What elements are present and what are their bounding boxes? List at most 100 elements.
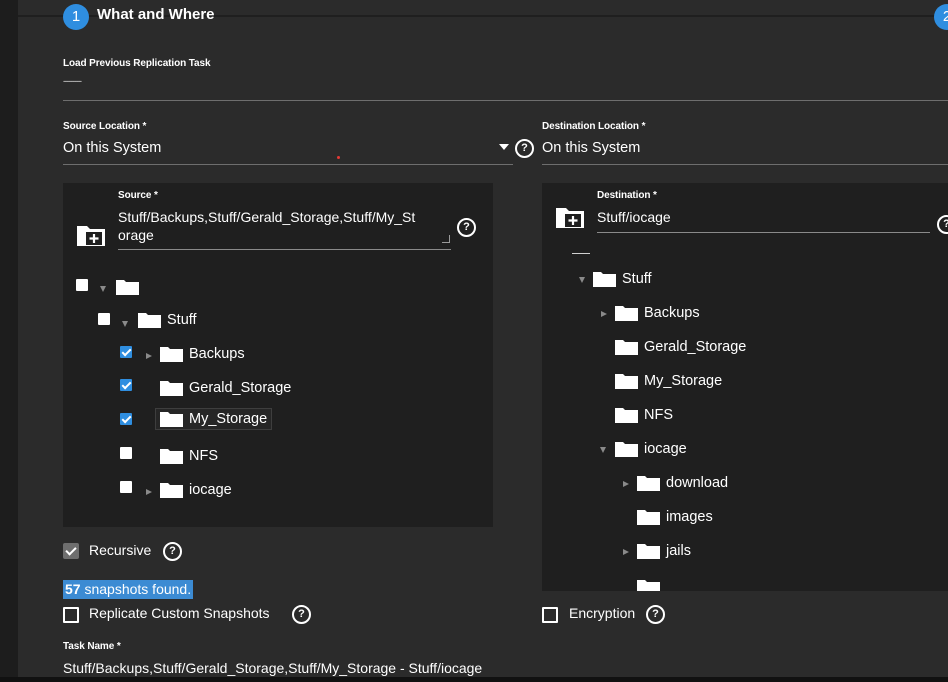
help-icon[interactable]: ? — [163, 542, 182, 561]
tree-item-my-storage[interactable]: My_Storage — [155, 408, 273, 430]
folder-icon — [615, 442, 638, 457]
left-rail — [0, 0, 18, 682]
tree-item-checkbox[interactable] — [120, 379, 132, 391]
folder-icon — [116, 280, 139, 295]
required-dot — [337, 156, 340, 159]
folder-icon — [615, 408, 638, 423]
source-location-select[interactable]: On this System — [63, 140, 161, 156]
folder-icon — [160, 347, 183, 362]
expand-arrow-icon[interactable] — [623, 481, 629, 487]
tree-item-checkbox[interactable] — [120, 413, 132, 425]
folder-icon — [160, 483, 183, 498]
expand-arrow-icon[interactable] — [623, 549, 629, 555]
dest-tree-jails[interactable]: jails — [637, 543, 691, 559]
source-location-label: Source Location * — [63, 121, 147, 132]
tree-item-label: Backups — [189, 346, 245, 362]
load-previous-underline — [63, 100, 948, 101]
folder-icon — [160, 449, 183, 464]
source-underline — [118, 249, 451, 250]
tree-root-checkbox[interactable] — [76, 279, 88, 291]
task-name-label: Task Name * — [63, 641, 121, 652]
help-icon[interactable]: ? — [937, 215, 948, 234]
tree-item-label: NFS — [644, 407, 673, 423]
add-folder-icon[interactable] — [555, 205, 585, 229]
folder-icon — [160, 381, 183, 396]
dest-tree-my-storage[interactable]: My_Storage — [615, 373, 722, 389]
folder-icon — [637, 544, 660, 559]
dropdown-caret-icon[interactable] — [499, 144, 509, 150]
tree-pool-node[interactable]: Stuff — [138, 312, 197, 328]
destination-value[interactable]: Stuff/iocage — [597, 209, 671, 225]
expand-arrow-icon[interactable] — [579, 277, 585, 283]
dest-tree-images[interactable]: images — [637, 509, 713, 525]
tree-item-iocage[interactable]: iocage — [160, 482, 232, 498]
destination-location-select[interactable]: On this System — [542, 140, 640, 156]
tree-item-backups[interactable]: Backups — [160, 346, 245, 362]
tree-item-checkbox[interactable] — [120, 447, 132, 459]
expand-arrow-icon[interactable] — [600, 447, 606, 453]
help-icon[interactable]: ? — [515, 139, 534, 158]
expand-arrow-icon[interactable] — [146, 489, 152, 495]
folder-icon — [160, 412, 183, 427]
help-icon[interactable]: ? — [646, 605, 665, 624]
tree-item-label: iocage — [189, 482, 232, 498]
source-location-underline — [63, 164, 513, 165]
expand-arrow-icon[interactable] — [146, 353, 152, 359]
next-step-badge[interactable]: 2 — [934, 4, 948, 30]
source-value-line2[interactable]: orage — [118, 227, 154, 243]
folder-icon — [138, 313, 161, 328]
expand-arrow-icon[interactable] — [601, 311, 607, 317]
dest-tree-pool-label: Stuff — [622, 271, 652, 287]
folder-icon — [615, 306, 638, 321]
source-label: Source * — [118, 190, 158, 201]
tree-item-nfs[interactable]: NFS — [160, 448, 218, 464]
destination-location-label: Destination Location * — [542, 121, 646, 132]
tree-item-gerald-storage[interactable]: Gerald_Storage — [160, 380, 291, 396]
dest-tree-backups[interactable]: Backups — [615, 305, 700, 321]
dest-tree-nfs[interactable]: NFS — [615, 407, 673, 423]
encryption-checkbox[interactable] — [542, 607, 558, 623]
recursive-checkbox[interactable] — [63, 543, 79, 559]
destination-panel: Destination * Stuff/iocage ? Stuff Backu… — [542, 183, 948, 591]
tree-item-label: Gerald_Storage — [644, 339, 747, 355]
folder-icon — [637, 510, 660, 525]
replicate-custom-label: Replicate Custom Snapshots — [89, 605, 270, 621]
task-name-input[interactable]: Stuff/Backups,Stuff/Gerald_Storage,Stuff… — [63, 660, 482, 676]
tree-pool-checkbox[interactable] — [98, 313, 110, 325]
textarea-resize-handle[interactable] — [442, 235, 450, 243]
tree-item-label: download — [666, 475, 729, 491]
tree-item-checkbox[interactable] — [120, 481, 132, 493]
tree-item-label: iocage — [644, 441, 687, 457]
tree-item-label: Backups — [644, 305, 700, 321]
dest-tree-pool[interactable]: Stuff — [593, 271, 652, 287]
expand-arrow-icon[interactable] — [100, 286, 106, 292]
tree-item-label: images — [666, 509, 713, 525]
load-previous-select[interactable]: --------- — [63, 76, 82, 86]
help-icon[interactable]: ? — [292, 605, 311, 624]
folder-icon — [615, 340, 638, 355]
expand-arrow-icon[interactable] — [122, 321, 128, 327]
destination-label: Destination * — [597, 190, 657, 201]
tree-item-label: Gerald_Storage — [189, 380, 292, 396]
dest-tree-gerald-storage[interactable]: Gerald_Storage — [615, 339, 746, 355]
load-previous-label: Load Previous Replication Task — [63, 58, 211, 69]
snapshots-found-text: snapshots found. — [80, 581, 192, 597]
tree-item-label: My_Storage — [644, 373, 723, 389]
tree-item-checkbox[interactable] — [120, 346, 132, 358]
folder-icon — [637, 580, 660, 591]
bottom-edge — [0, 677, 948, 682]
folder-icon — [615, 374, 638, 389]
add-folder-icon[interactable] — [76, 223, 106, 247]
dest-tree-download[interactable]: download — [637, 475, 728, 491]
destination-underline — [597, 232, 930, 233]
dest-tree-iocage[interactable]: iocage — [615, 441, 687, 457]
help-icon[interactable]: ? — [457, 218, 476, 237]
source-value-line1[interactable]: Stuff/Backups,Stuff/Gerald_Storage,Stuff… — [118, 209, 415, 225]
tree-pool-label: Stuff — [167, 312, 197, 328]
destination-location-underline — [542, 164, 948, 165]
tree-item-label: NFS — [189, 448, 218, 464]
replicate-custom-checkbox[interactable] — [63, 607, 79, 623]
step-number-badge: 1 — [63, 4, 89, 30]
source-panel: Source * Stuff/Backups,Stuff/Gerald_Stor… — [63, 183, 493, 527]
step-title: What and Where — [97, 6, 215, 23]
